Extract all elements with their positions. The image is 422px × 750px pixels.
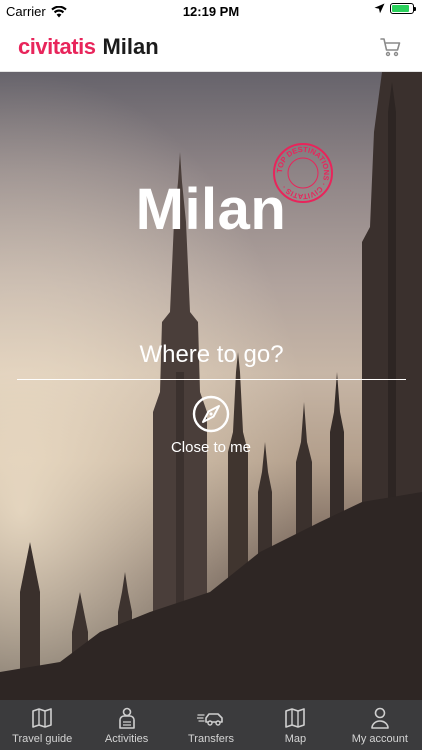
- destination-title: Milan: [135, 177, 287, 242]
- brand[interactable]: civitatis Milan: [18, 34, 159, 60]
- tab-map-label: Map: [284, 733, 307, 745]
- car-icon: [197, 713, 223, 726]
- brand-logo: civitatis: [18, 34, 96, 59]
- brand-city: Milan: [102, 34, 159, 59]
- battery-fill: [392, 5, 409, 12]
- map-icon: [285, 708, 306, 728]
- tab-activities-label: Activities: [104, 733, 149, 745]
- close-to-me-label: Close to me: [170, 439, 252, 456]
- close-to-me-button[interactable]: Close to me: [0, 395, 422, 456]
- status-right: [374, 3, 416, 14]
- hero-banner: Milan TOP DESTINATIONS · CIVITATIS · Clo…: [0, 72, 422, 700]
- account-icon: [371, 707, 389, 729]
- stamp-text: TOP DESTINATIONS · CIVITATIS ·: [275, 145, 331, 201]
- location-arrow-icon: [374, 3, 385, 14]
- cathedral-silhouette: [0, 72, 422, 700]
- status-time: 12:19 PM: [182, 4, 240, 19]
- tab-my-account-label: My account: [351, 733, 408, 745]
- destination-search-input[interactable]: [17, 330, 406, 380]
- tab-bar: Travel guide Activities Transfers Map My…: [0, 700, 422, 750]
- nav-bar: civitatis Milan: [0, 22, 422, 72]
- tab-travel-guide[interactable]: Travel guide: [0, 700, 84, 750]
- tab-transfers[interactable]: Transfers: [169, 700, 253, 750]
- compass-icon: [192, 395, 230, 433]
- tab-my-account[interactable]: My account: [338, 700, 422, 750]
- tab-activities[interactable]: Activities: [84, 700, 168, 750]
- cart-icon[interactable]: [380, 36, 402, 58]
- person-icon: [118, 707, 135, 729]
- tab-travel-guide-label: Travel guide: [12, 733, 73, 745]
- status-bar: Carrier 12:19 PM: [0, 0, 422, 22]
- top-destination-stamp: TOP DESTINATIONS · CIVITATIS ·: [273, 143, 333, 203]
- battery-icon: [390, 3, 416, 14]
- svg-text:TOP DESTINATIONS · CIVITATIS ·: TOP DESTINATIONS · CIVITATIS ·: [275, 145, 331, 201]
- tab-transfers-label: Transfers: [187, 733, 235, 745]
- map-guide-icon: [32, 708, 53, 728]
- tab-map[interactable]: Map: [253, 700, 337, 750]
